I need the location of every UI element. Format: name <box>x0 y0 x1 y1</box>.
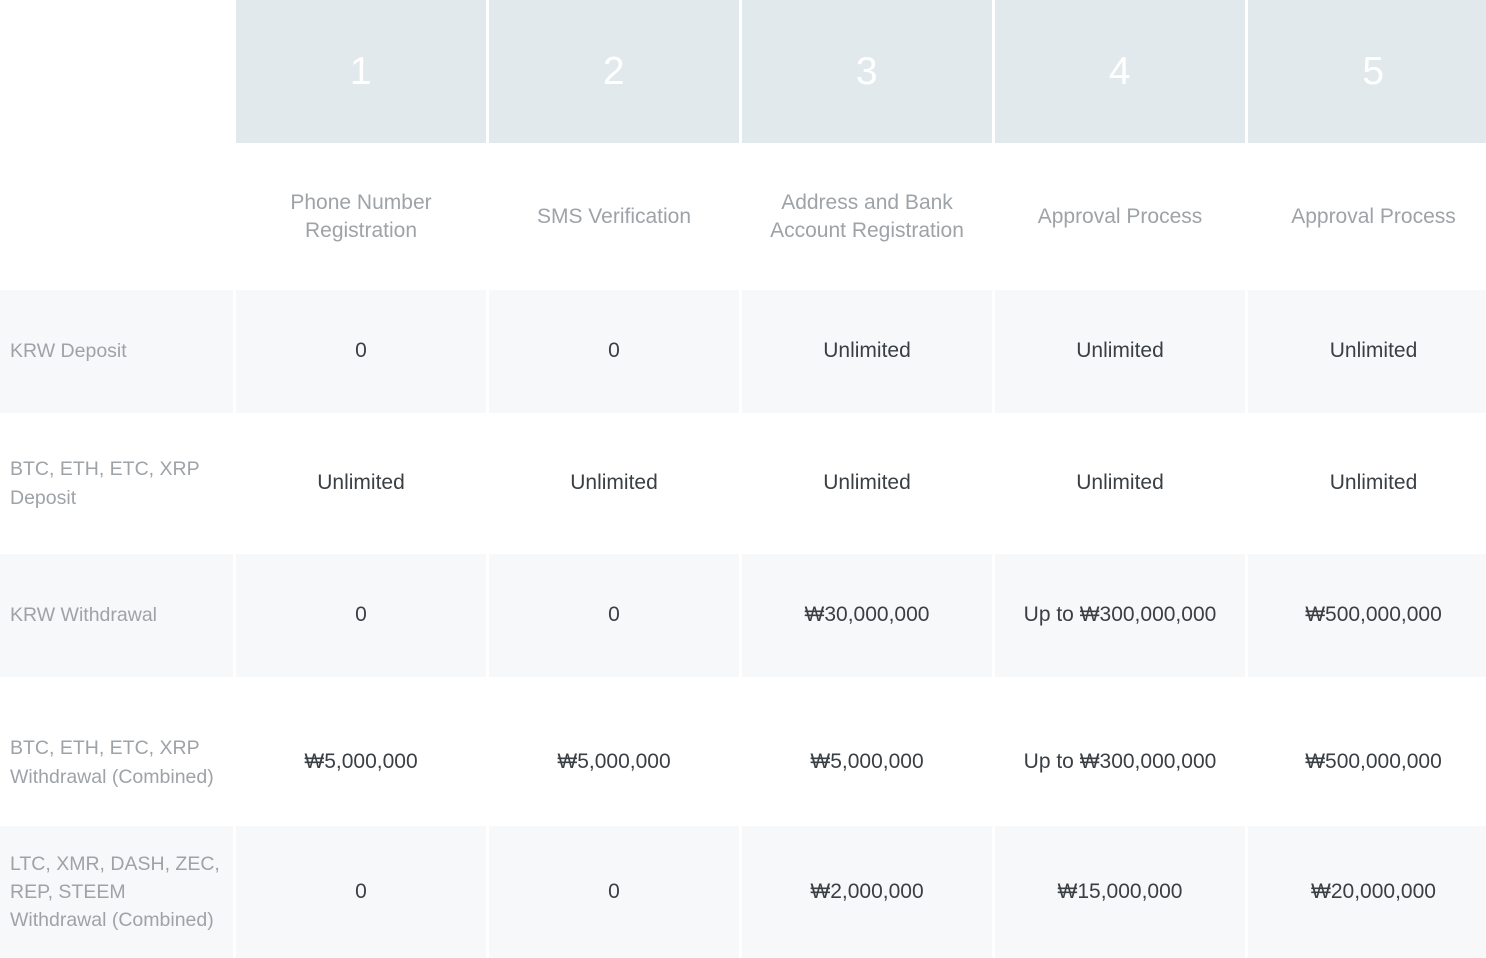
cell-crypto-withdrawal-step3: ₩5,000,000 <box>742 699 992 826</box>
cell-crypto-deposit-step2: Unlimited <box>489 422 739 545</box>
table-row: BTC, ETH, ETC, XRP Withdrawal (Combined)… <box>0 699 1486 826</box>
cell-value: Unlimited <box>823 471 911 495</box>
cell-crypto-deposit-step3: Unlimited <box>742 422 992 545</box>
cell-value: ₩5,000,000 <box>304 750 418 774</box>
cell-value: ₩30,000,000 <box>804 603 930 627</box>
row-label-crypto-deposit: BTC, ETH, ETC, XRP Deposit <box>0 422 233 545</box>
cell-value: 0 <box>608 603 620 627</box>
step-number-2: 2 <box>489 0 739 143</box>
cell-krw-deposit-step4: Unlimited <box>995 290 1245 413</box>
cell-value: ₩500,000,000 <box>1305 750 1442 774</box>
cell-value: 0 <box>355 879 367 903</box>
cell-value: ₩15,000,000 <box>1057 879 1183 903</box>
step-number-5: 5 <box>1248 0 1486 143</box>
row-spacer <box>0 413 1486 422</box>
row-label-text: KRW Withdrawal <box>10 604 158 627</box>
cell-krw-deposit-step2: 0 <box>489 290 739 413</box>
step-name-4: Approval Process <box>995 143 1245 290</box>
table-row: LTC, XMR, DASH, ZEC, REP, STEEM Withdraw… <box>0 826 1486 958</box>
cell-value: 0 <box>355 603 367 627</box>
cell-value: 0 <box>608 339 620 363</box>
cell-value: Unlimited <box>1076 339 1164 363</box>
subheader-corner-cell <box>0 143 233 290</box>
table-row: BTC, ETH, ETC, XRP Deposit Unlimited Unl… <box>0 422 1486 545</box>
cell-value: ₩500,000,000 <box>1305 603 1442 627</box>
cell-value: Unlimited <box>823 339 911 363</box>
cell-crypto-deposit-step5: Unlimited <box>1248 422 1486 545</box>
cell-altcoin-withdrawal-step2: 0 <box>489 826 739 958</box>
cell-value: Unlimited <box>317 471 405 495</box>
cell-value: Unlimited <box>570 471 658 495</box>
row-label-text: BTC, ETH, ETC, XRP Deposit <box>10 458 200 509</box>
table-header-names-row: Phone Number Registration SMS Verificati… <box>0 143 1486 290</box>
step-name-1-text: Phone Number Registration <box>290 190 432 242</box>
cell-altcoin-withdrawal-step3: ₩2,000,000 <box>742 826 992 958</box>
table-row: KRW Deposit 0 0 Unlimited Unlimited Unli… <box>0 290 1486 413</box>
row-label-text: BTC, ETH, ETC, XRP Withdrawal (Combined) <box>10 737 214 788</box>
cell-crypto-withdrawal-step4: Up to ₩300,000,000 <box>995 699 1245 826</box>
step-name-5-text: Approval Process <box>1291 204 1456 228</box>
step-name-3-text: Address and Bank Account Registration <box>770 190 964 242</box>
step-number-4: 4 <box>995 0 1245 143</box>
table-row: KRW Withdrawal 0 0 ₩30,000,000 Up to ₩30… <box>0 554 1486 677</box>
cell-krw-withdrawal-step1: 0 <box>236 554 486 677</box>
table-header-numbers-row: 1 2 3 4 5 <box>0 0 1486 143</box>
step-number-3: 3 <box>742 0 992 143</box>
step-number-3-text: 3 <box>855 49 879 93</box>
step-name-2: SMS Verification <box>489 143 739 290</box>
step-number-5-text: 5 <box>1362 49 1385 93</box>
cell-value: ₩5,000,000 <box>557 750 671 774</box>
step-number-1: 1 <box>236 0 486 143</box>
cell-value: Unlimited <box>1329 471 1418 495</box>
header-corner-cell <box>0 0 233 143</box>
step-number-4-text: 4 <box>1108 49 1132 93</box>
cell-altcoin-withdrawal-step5: ₩20,000,000 <box>1248 826 1486 958</box>
verification-limits-table: 1 2 3 4 5 Phone Number Registration SMS … <box>0 0 1486 958</box>
cell-value: Unlimited <box>1329 339 1418 363</box>
row-label-crypto-withdrawal: BTC, ETH, ETC, XRP Withdrawal (Combined) <box>0 699 233 826</box>
step-name-2-text: SMS Verification <box>536 204 692 228</box>
cell-value: 0 <box>355 339 367 363</box>
row-spacer <box>0 677 1486 699</box>
cell-krw-deposit-step1: 0 <box>236 290 486 413</box>
row-label-text: KRW Deposit <box>10 340 127 363</box>
cell-value: Up to ₩300,000,000 <box>1023 603 1217 627</box>
cell-crypto-withdrawal-step5: ₩500,000,000 <box>1248 699 1486 826</box>
cell-value: Up to ₩300,000,000 <box>1023 750 1217 774</box>
cell-crypto-deposit-step1: Unlimited <box>236 422 486 545</box>
cell-altcoin-withdrawal-step4: ₩15,000,000 <box>995 826 1245 958</box>
step-number-2-text: 2 <box>602 49 626 93</box>
cell-krw-withdrawal-step4: Up to ₩300,000,000 <box>995 554 1245 677</box>
row-label-altcoin-withdrawal: LTC, XMR, DASH, ZEC, REP, STEEM Withdraw… <box>0 826 233 958</box>
row-label-krw-withdrawal: KRW Withdrawal <box>0 554 233 677</box>
row-label-krw-deposit: KRW Deposit <box>0 290 233 413</box>
cell-value: ₩20,000,000 <box>1311 879 1436 903</box>
step-name-4-text: Approval Process <box>1037 204 1203 228</box>
step-name-1: Phone Number Registration <box>236 143 486 290</box>
cell-krw-withdrawal-step3: ₩30,000,000 <box>742 554 992 677</box>
cell-krw-deposit-step3: Unlimited <box>742 290 992 413</box>
cell-krw-withdrawal-step2: 0 <box>489 554 739 677</box>
cell-krw-deposit-step5: Unlimited <box>1248 290 1486 413</box>
cell-crypto-withdrawal-step1: ₩5,000,000 <box>236 699 486 826</box>
cell-value: Unlimited <box>1076 471 1164 495</box>
cell-value: ₩2,000,000 <box>810 879 924 903</box>
cell-krw-withdrawal-step5: ₩500,000,000 <box>1248 554 1486 677</box>
step-name-5: Approval Process <box>1248 143 1486 290</box>
cell-altcoin-withdrawal-step1: 0 <box>236 826 486 958</box>
step-name-3: Address and Bank Account Registration <box>742 143 992 290</box>
cell-crypto-withdrawal-step2: ₩5,000,000 <box>489 699 739 826</box>
cell-value: 0 <box>608 879 620 903</box>
row-label-text: LTC, XMR, DASH, ZEC, REP, STEEM Withdraw… <box>10 852 220 932</box>
cell-crypto-deposit-step4: Unlimited <box>995 422 1245 545</box>
step-number-1-text: 1 <box>349 49 373 93</box>
row-spacer <box>0 545 1486 554</box>
cell-value: ₩5,000,000 <box>810 750 924 774</box>
